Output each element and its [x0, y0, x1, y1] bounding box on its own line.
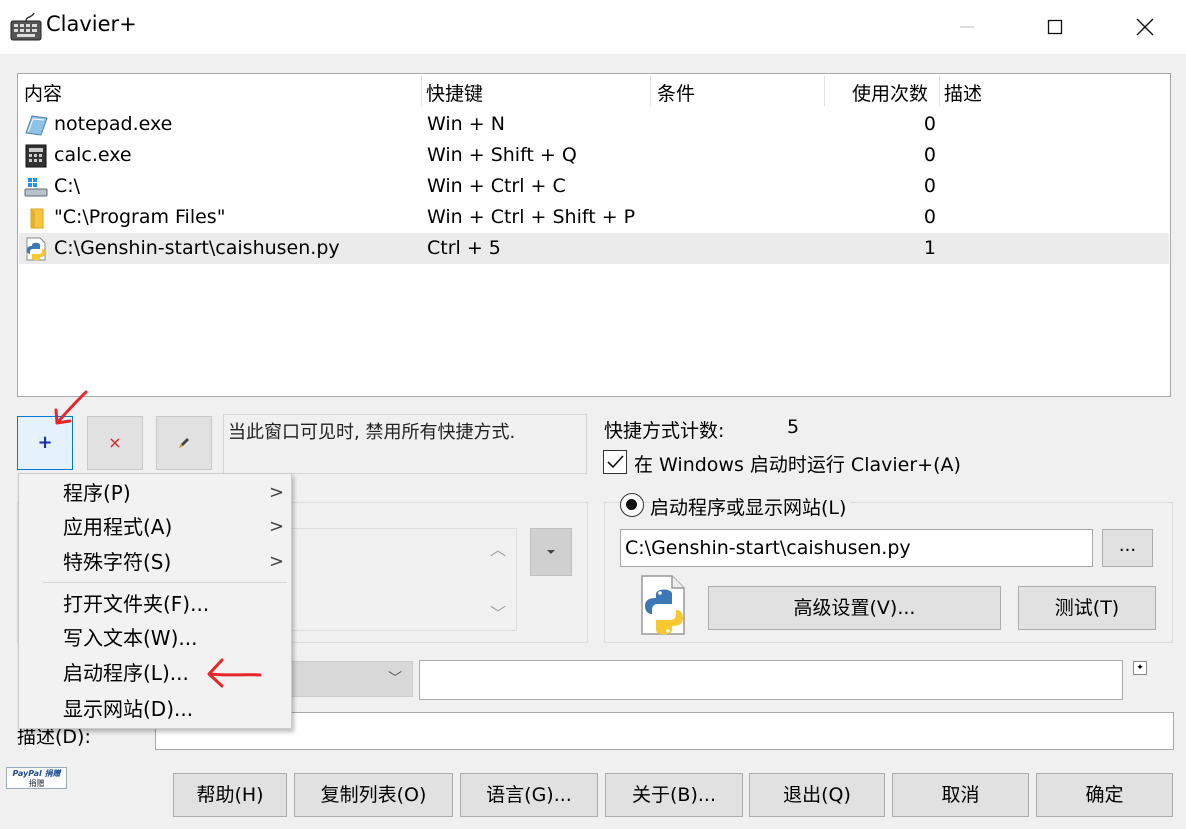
table-row-selected[interactable]: C:\Genshin-start\caishusen.py Ctrl + 5 1 — [19, 233, 1169, 264]
menu-item-app[interactable]: 应用程式(A) — [63, 510, 172, 544]
menu-item-program[interactable]: 程序(P) — [63, 476, 131, 510]
shortcut-count-value: 5 — [787, 416, 800, 438]
shortcut-list[interactable]: 内容 快捷键 条件 使用次数 描述 notepad.exe Win + N 0 … — [17, 73, 1171, 397]
table-row[interactable]: notepad.exe Win + N 0 — [19, 109, 1169, 140]
row-usage: 0 — [923, 206, 936, 228]
row-content: "C:\Program Files" — [54, 206, 226, 228]
column-header-shortcut[interactable]: 快捷键 — [426, 80, 483, 108]
submenu-arrow-icon: > — [269, 482, 285, 503]
launch-program-radio[interactable] — [620, 493, 644, 517]
row-content: calc.exe — [54, 144, 132, 166]
cancel-button[interactable]: 取消 — [892, 773, 1029, 817]
submenu-arrow-icon: > — [269, 551, 285, 572]
minimize-icon — [960, 26, 974, 28]
small-settings-icon[interactable]: ✦ — [1133, 661, 1147, 675]
column-header-description[interactable]: 描述 — [944, 80, 982, 108]
row-shortcut: Win + Shift + Q — [427, 144, 577, 166]
row-usage: 0 — [923, 144, 936, 166]
menu-item-launch-program[interactable]: 启动程序(L)... — [63, 656, 189, 690]
delete-icon: × — [108, 433, 122, 452]
row-content: C:\Genshin-start\caishusen.py — [54, 237, 340, 259]
column-header-condition[interactable]: 条件 — [657, 80, 695, 108]
table-row[interactable]: calc.exe Win + Shift + Q 0 — [19, 140, 1169, 171]
table-row[interactable]: C:\ Win + Ctrl + C 0 — [19, 171, 1169, 202]
description-input[interactable] — [155, 712, 1174, 750]
row-usage: 0 — [923, 175, 936, 197]
close-icon — [1136, 18, 1154, 36]
edit-shortcut-button[interactable] — [156, 416, 212, 470]
launch-program-label[interactable]: 启动程序或显示网站(L) — [650, 493, 851, 520]
drive-icon — [24, 178, 48, 197]
exit-button[interactable]: 退出(Q) — [749, 773, 885, 817]
column-header-content[interactable]: 内容 — [24, 80, 62, 108]
about-button[interactable]: 关于(B)... — [605, 773, 743, 817]
paypal-logo-text: PayPal 捐赠 — [12, 769, 61, 778]
special-char-list[interactable] — [285, 528, 517, 631]
advanced-settings-button[interactable]: 高级设置(V)... — [708, 586, 1001, 630]
row-shortcut: Ctrl + 5 — [427, 237, 501, 259]
maximize-icon — [1047, 19, 1063, 35]
ok-button[interactable]: 确定 — [1036, 773, 1173, 817]
notepad-icon — [25, 115, 48, 136]
plus-icon: + — [37, 432, 53, 453]
maximize-button[interactable] — [1010, 0, 1100, 54]
menu-separator — [43, 582, 287, 583]
python-file-large-icon — [641, 575, 685, 635]
close-button[interactable] — [1100, 0, 1186, 54]
pencil-icon — [179, 438, 189, 448]
folder-icon — [30, 208, 44, 229]
column-separator[interactable] — [650, 76, 651, 106]
column-separator[interactable] — [421, 76, 422, 106]
scroll-up-icon[interactable]: ︿ — [490, 536, 506, 560]
column-separator[interactable] — [939, 76, 940, 106]
row-usage: 1 — [923, 237, 936, 259]
window-title: Clavier+ — [46, 12, 137, 36]
annotation-arrow-icon — [54, 390, 88, 425]
scroll-down-icon[interactable]: ﹀ — [490, 600, 506, 624]
program-path-input[interactable]: C:\Genshin-start\caishusen.py — [620, 529, 1093, 567]
menu-item-open-folder[interactable]: 打开文件夹(F)... — [63, 587, 209, 621]
row-content: C:\ — [54, 175, 81, 197]
condition-input[interactable] — [419, 660, 1123, 700]
row-shortcut: Win + Ctrl + C — [427, 175, 566, 197]
hint-text-box: 当此窗口可见时, 禁用所有快捷方式. — [223, 414, 587, 474]
paypal-donate-text: 捐赠 — [28, 779, 45, 788]
char-dropdown-button[interactable] — [530, 528, 572, 576]
checkmark-icon — [607, 455, 624, 469]
column-separator[interactable] — [824, 76, 825, 106]
paypal-donate-button[interactable]: PayPal 捐赠 捐赠 — [6, 767, 67, 789]
row-usage: 0 — [923, 113, 936, 135]
chevron-down-icon — [547, 550, 555, 554]
delete-shortcut-button[interactable]: × — [87, 416, 143, 470]
startup-checkbox-label[interactable]: 在 Windows 启动时运行 Clavier+(A) — [634, 450, 961, 477]
startup-checkbox[interactable] — [603, 450, 627, 474]
calculator-icon — [25, 144, 47, 168]
language-button[interactable]: 语言(G)... — [460, 773, 598, 817]
python-file-icon — [26, 237, 46, 261]
keyboard-app-icon — [10, 12, 42, 41]
test-button[interactable]: 测试(T) — [1018, 586, 1156, 630]
chevron-down-icon[interactable]: ﹀ — [388, 668, 402, 688]
table-row[interactable]: "C:\Program Files" Win + Ctrl + Shift + … — [19, 202, 1169, 233]
row-content: notepad.exe — [54, 113, 173, 135]
column-header-usage-count[interactable]: 使用次数 — [852, 80, 928, 108]
menu-item-show-website[interactable]: 显示网站(D)... — [63, 692, 193, 726]
browse-button[interactable]: ... — [1102, 529, 1153, 567]
minimize-button[interactable] — [922, 0, 1012, 54]
row-shortcut: Win + Ctrl + Shift + P — [427, 206, 636, 228]
menu-item-write-text[interactable]: 写入文本(W)... — [63, 621, 197, 655]
menu-item-special-char[interactable]: 特殊字符(S) — [63, 545, 171, 579]
submenu-arrow-icon: > — [269, 516, 285, 537]
shortcut-count-label: 快捷方式计数: — [604, 420, 725, 442]
row-shortcut: Win + N — [427, 113, 505, 135]
annotation-arrow-icon — [207, 658, 262, 688]
help-button[interactable]: 帮助(H) — [173, 773, 287, 817]
copy-list-button[interactable]: 复制列表(O) — [294, 773, 453, 817]
